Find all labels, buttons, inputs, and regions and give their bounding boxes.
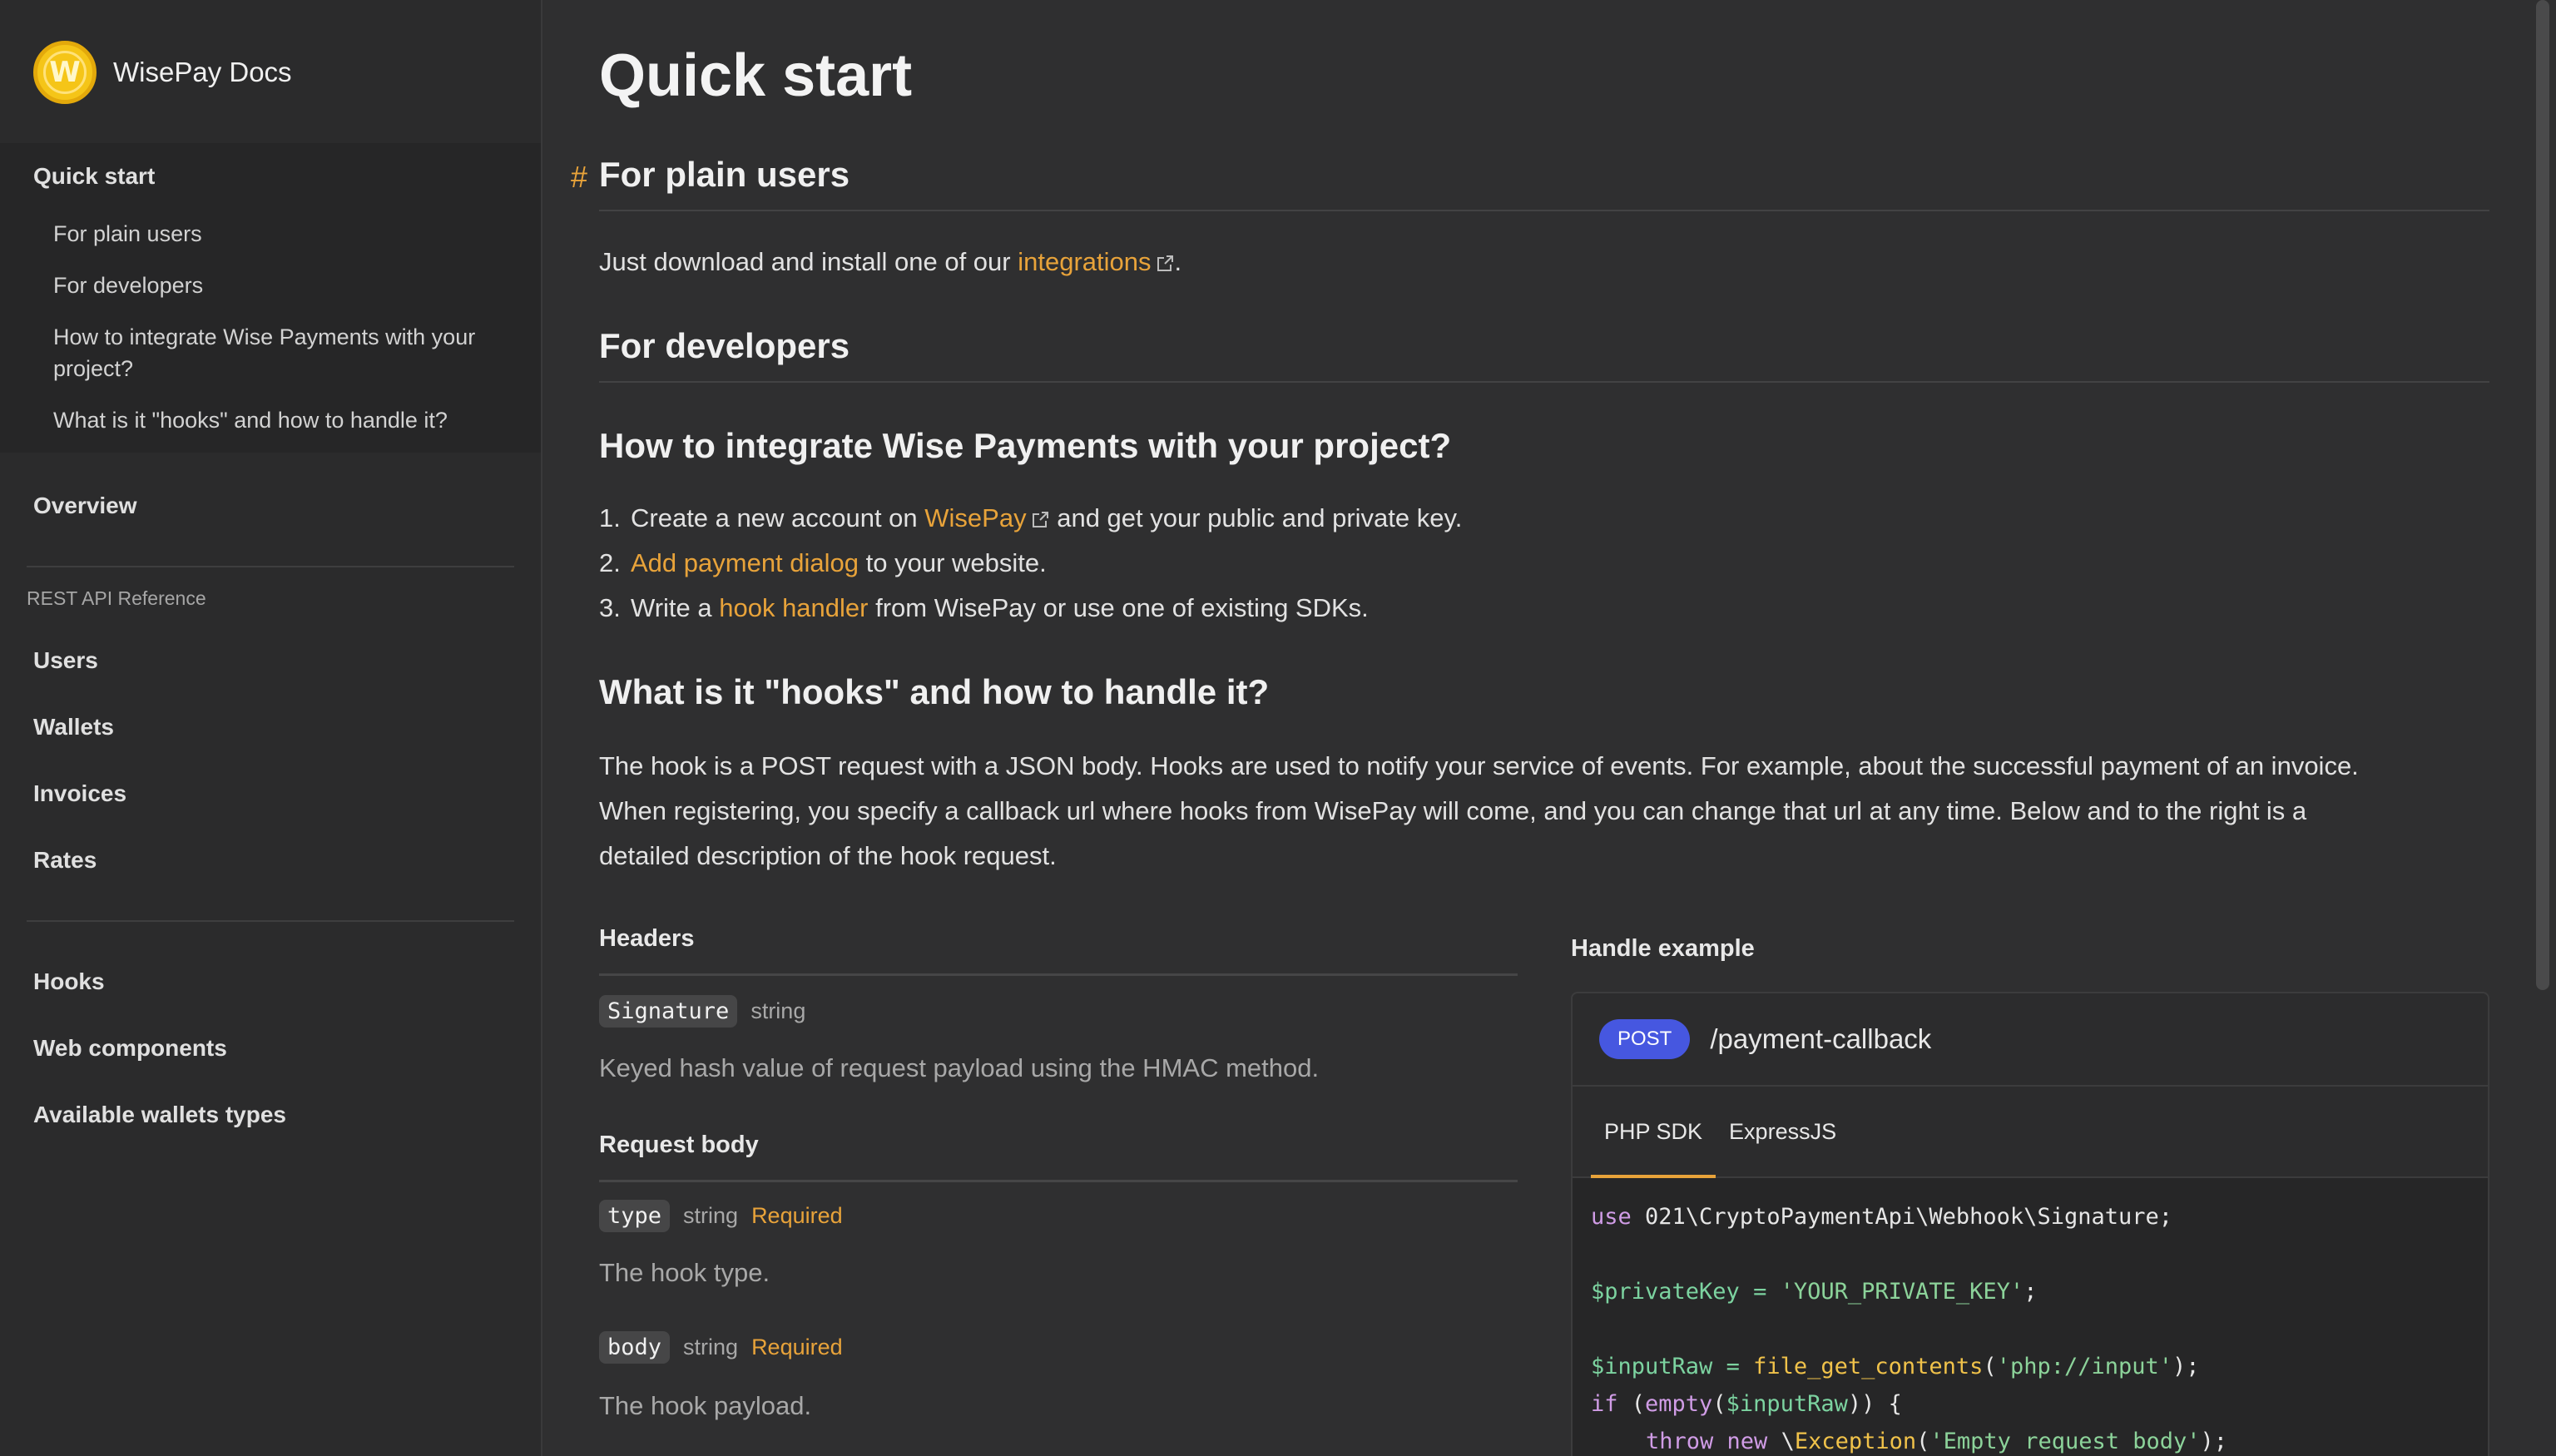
integration-steps: 1. Create a new account on WisePay and ge… <box>599 496 1462 631</box>
tab-php-sdk[interactable]: PHP SDK <box>1591 1087 1716 1178</box>
list-item: 1. Create a new account on WisePay and ge… <box>599 503 1463 532</box>
heading-integrate: How to integrate Wise Payments with your… <box>599 426 1452 465</box>
brand[interactable]: W WisePay Docs <box>33 40 292 105</box>
sidebar: W WisePay Docs Quick start For plain use… <box>0 0 542 1456</box>
request-body-rule <box>599 1180 1518 1182</box>
sidebar-divider <box>27 920 514 922</box>
code-line: use 021\CryptoPaymentApi\Webhook\Signatu… <box>1591 1204 2172 1230</box>
param-desc: The hook payload. <box>599 1391 812 1420</box>
sidebar-item-hooks[interactable]: Hooks <box>33 968 105 995</box>
param-type: string <box>750 998 806 1023</box>
wisepay-link[interactable]: WisePay <box>924 503 1026 532</box>
list-item: 3. Write a hook handler from WisePay or u… <box>599 593 1369 622</box>
external-link-icon <box>1157 255 1173 271</box>
page-title: Quick start <box>599 42 913 109</box>
code-line: if (empty($inputRaw)) { <box>1591 1391 1902 1417</box>
logo-letter: W <box>49 56 81 89</box>
sidebar-subitem-plain-users[interactable]: For plain users <box>53 218 528 250</box>
sidebar-subitem-hooks[interactable]: What is it "hooks" and how to handle it? <box>53 404 528 436</box>
param-body-field: body string Required <box>599 1331 843 1364</box>
heading-rule <box>599 381 2489 383</box>
tab-expressjs[interactable]: ExpressJS <box>1716 1087 1850 1176</box>
request-body-title: Request body <box>599 1132 759 1158</box>
endpoint-header: POST /payment-callback <box>1573 993 2488 1087</box>
brand-name: WisePay Docs <box>113 57 292 87</box>
param-desc: Keyed hash value of request payload usin… <box>599 1053 1320 1082</box>
sidebar-item-overview[interactable]: Overview <box>33 493 137 519</box>
param-required: Required <box>751 1335 843 1359</box>
param-required: Required <box>751 1203 843 1228</box>
sidebar-item-quick-start[interactable]: Quick start <box>33 163 155 190</box>
code-block: use 021\CryptoPaymentApi\Webhook\Signatu… <box>1573 1178 2488 1456</box>
hooks-description: The hook is a POST request with a JSON b… <box>599 751 2359 870</box>
external-link-icon <box>1032 511 1048 527</box>
param-type: string <box>683 1203 739 1228</box>
heading-rule <box>599 210 2489 211</box>
code-panel: POST /payment-callback PHP SDK ExpressJS… <box>1571 992 2489 1456</box>
page-scrollbar[interactable] <box>2536 0 2549 990</box>
param-name: Signature <box>599 995 738 1028</box>
headers-title: Headers <box>599 925 695 952</box>
headers-rule <box>599 973 1518 976</box>
code-line: $privateKey = 'YOUR_PRIVATE_KEY'; <box>1591 1279 2038 1305</box>
sidebar-item-invoices[interactable]: Invoices <box>33 780 126 807</box>
sidebar-item-rates[interactable]: Rates <box>33 847 97 874</box>
sidebar-item-web-components[interactable]: Web components <box>33 1035 227 1062</box>
method-badge: POST <box>1599 1019 1691 1059</box>
endpoint-path: /payment-callback <box>1710 1023 1932 1054</box>
code-tabs: PHP SDK ExpressJS <box>1573 1087 2488 1178</box>
list-item: 2. Add payment dialog to your website. <box>599 548 1047 577</box>
param-signature: Signature string <box>599 995 805 1028</box>
heading-plain-users: For plain users <box>599 155 850 194</box>
sidebar-subitem-integrate[interactable]: How to integrate Wise Payments with your… <box>53 321 528 384</box>
code-line: throw new \Exception('Empty request body… <box>1646 1429 2228 1454</box>
hook-handler-link[interactable]: hook handler <box>719 593 868 622</box>
heading-hooks: What is it "hooks" and how to handle it? <box>599 672 1270 711</box>
sidebar-item-wallets[interactable]: Wallets <box>33 714 114 740</box>
add-payment-dialog-link[interactable]: Add payment dialog <box>631 548 859 577</box>
sidebar-divider <box>27 566 514 567</box>
sidebar-subitem-developers[interactable]: For developers <box>53 270 528 301</box>
sidebar-section-label: REST API Reference <box>27 587 206 609</box>
wisepay-logo-icon: W <box>33 41 97 104</box>
heading-developers: For developers <box>599 326 850 365</box>
param-name: body <box>599 1331 671 1364</box>
param-type-field: type string Required <box>599 1200 843 1232</box>
plain-users-text: Just download and install one of our int… <box>599 247 1182 276</box>
anchor-hash[interactable]: # <box>571 160 587 195</box>
param-desc: The hook type. <box>599 1258 770 1287</box>
handle-example-title: Handle example <box>1571 935 1755 962</box>
sidebar-item-wallet-types[interactable]: Available wallets types <box>33 1102 286 1128</box>
param-name: type <box>599 1200 671 1232</box>
param-type: string <box>683 1335 739 1359</box>
code-line: $inputRaw = file_get_contents('php://inp… <box>1591 1354 2200 1379</box>
integrations-link[interactable]: integrations <box>1018 247 1151 276</box>
sidebar-item-users[interactable]: Users <box>33 647 98 674</box>
